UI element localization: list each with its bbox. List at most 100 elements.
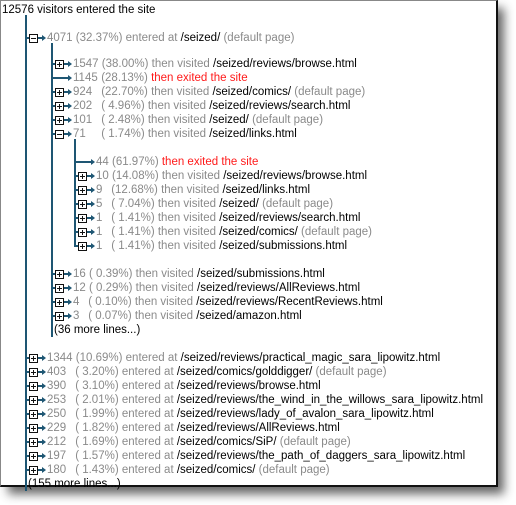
arrow-right-icon bbox=[42, 467, 46, 473]
arrow-right-icon bbox=[42, 355, 46, 361]
tree-row[interactable]: 5 ( 7.04%) then visited /seized/ (defaul… bbox=[96, 197, 333, 211]
tree-row[interactable]: 16 ( 0.39%) then visited /seized/submiss… bbox=[73, 267, 325, 281]
default-page-note: (default page) bbox=[255, 464, 330, 476]
action-label: then visited bbox=[157, 240, 220, 252]
tree-row[interactable]: 212 ( 1.69%) entered at /seized/comics/S… bbox=[47, 435, 351, 449]
arrow-right-icon bbox=[68, 285, 72, 291]
expand-icon[interactable] bbox=[55, 270, 64, 279]
collapse-icon[interactable] bbox=[29, 34, 38, 43]
expand-icon[interactable] bbox=[55, 312, 64, 321]
visit-count: 12 bbox=[73, 282, 86, 294]
default-page-note: (default page) bbox=[312, 366, 387, 378]
default-page-note: (default page) bbox=[291, 86, 366, 98]
tree-row[interactable]: 403 ( 3.20%) entered at /seized/comics/g… bbox=[47, 365, 387, 379]
arrow-right-icon bbox=[68, 131, 72, 137]
tree-row[interactable]: 180 ( 1.43%) entered at /seized/comics/ … bbox=[47, 463, 330, 477]
tree-line-level-1 bbox=[51, 43, 53, 337]
action-label: then visited bbox=[157, 198, 220, 210]
tree-row[interactable]: 197 ( 1.57%) entered at /seized/reviews/… bbox=[47, 449, 465, 463]
expand-icon[interactable] bbox=[29, 466, 38, 475]
tree-row[interactable]: 10 (14.08%) then visited /seized/reviews… bbox=[96, 169, 367, 183]
expand-icon[interactable] bbox=[29, 424, 38, 433]
tree-row[interactable]: 101 ( 2.48%) then visited /seized/ (defa… bbox=[73, 113, 323, 127]
visitor-path-tree: 12576 visitors entered the site 4071 (32… bbox=[1, 1, 496, 491]
arrow-right-icon bbox=[42, 453, 46, 459]
tree-row[interactable]: 1344 (10.69%) entered at /seized/reviews… bbox=[47, 351, 440, 365]
tree-row[interactable]: 3 ( 0.07%) then visited /seized/amazon.h… bbox=[73, 309, 302, 323]
arrow-right-icon bbox=[42, 411, 46, 417]
tree-row[interactable]: 9 (12.68%) then visited /seized/links.ht… bbox=[96, 183, 310, 197]
arrow-right-icon bbox=[42, 383, 46, 389]
expand-icon[interactable] bbox=[78, 214, 87, 223]
tree-row[interactable]: 4071 (32.37%) entered at /seized/ (defau… bbox=[47, 31, 294, 45]
expand-icon[interactable] bbox=[78, 200, 87, 209]
expand-icon[interactable] bbox=[29, 354, 38, 363]
visit-percent: ( 1.74%) bbox=[98, 128, 148, 140]
arrow-right-icon bbox=[42, 425, 46, 431]
page-path: /seized/reviews/search.html bbox=[209, 100, 351, 112]
visit-count: 197 bbox=[47, 450, 67, 462]
tree-row[interactable]: 229 ( 1.82%) entered at /seized/reviews/… bbox=[47, 421, 340, 435]
tree-row[interactable]: 253 ( 2.01%) entered at /seized/reviews/… bbox=[47, 393, 483, 407]
page-path: /seized/comics/ bbox=[176, 464, 256, 476]
tree-row[interactable]: 1 ( 1.41%) then visited /seized/comics/ … bbox=[96, 225, 372, 239]
page-path: /seized/comics/golddigger/ bbox=[176, 366, 313, 378]
visitor-path-tree-panel: 12576 visitors entered the site 4071 (32… bbox=[0, 0, 498, 491]
expand-icon[interactable] bbox=[29, 368, 38, 377]
expand-icon[interactable] bbox=[29, 382, 38, 391]
expand-icon[interactable] bbox=[55, 298, 64, 307]
tree-row[interactable]: 390 ( 3.10%) entered at /seized/reviews/… bbox=[47, 379, 321, 393]
more-lines-link[interactable]: (155 more lines...) bbox=[28, 477, 121, 491]
visit-percent: ( 0.39%) bbox=[85, 268, 136, 280]
visit-count: 1 bbox=[96, 226, 103, 238]
tree-row[interactable]: 250 ( 1.99%) entered at /seized/reviews/… bbox=[47, 407, 434, 421]
tree-row[interactable]: 202 ( 4.96%) then visited /seized/review… bbox=[73, 99, 350, 113]
expand-icon[interactable] bbox=[29, 438, 38, 447]
expand-icon[interactable] bbox=[29, 452, 38, 461]
tree-row[interactable]: 1 ( 1.41%) then visited /seized/reviews/… bbox=[96, 211, 360, 225]
visit-count: 1145 bbox=[73, 72, 98, 84]
visit-percent: (32.37%) bbox=[72, 32, 126, 44]
visit-percent: ( 1.69%) bbox=[72, 436, 122, 448]
tree-row[interactable]: 1 ( 1.41%) then visited /seized/submissi… bbox=[96, 239, 347, 253]
visit-count: 9 bbox=[96, 184, 103, 196]
tree-row[interactable]: 44 (61.97%) then exited the site bbox=[96, 155, 258, 169]
visit-count: 5 bbox=[96, 198, 103, 210]
visit-percent: ( 3.10%) bbox=[72, 380, 122, 392]
expand-icon[interactable] bbox=[78, 172, 87, 181]
expand-icon[interactable] bbox=[55, 116, 64, 125]
action-label: entered at bbox=[125, 352, 181, 364]
visit-percent: ( 1.41%) bbox=[108, 212, 158, 224]
expand-icon[interactable] bbox=[55, 102, 64, 111]
action-label: then visited bbox=[135, 282, 198, 294]
tree-row[interactable]: 1145 (28.13%) then exited the site bbox=[73, 71, 248, 85]
arrow-right-icon bbox=[68, 75, 72, 81]
expand-icon[interactable] bbox=[78, 228, 87, 237]
tree-row[interactable]: 1547 (38.00%) then visited /seized/revie… bbox=[73, 57, 357, 71]
visit-percent: ( 7.04%) bbox=[108, 198, 158, 210]
expand-icon[interactable] bbox=[55, 284, 64, 293]
page-path: /seized/submissions.html bbox=[219, 240, 348, 252]
visit-percent: (12.68%) bbox=[108, 184, 162, 196]
page-path: /seized/reviews/browse.html bbox=[223, 170, 368, 182]
tree-row[interactable]: 924 (22.70%) then visited /seized/comics… bbox=[73, 85, 365, 99]
tree-row[interactable]: 4 ( 0.10%) then visited /seized/reviews/… bbox=[73, 295, 383, 309]
expand-icon[interactable] bbox=[29, 410, 38, 419]
tree-row[interactable]: 71 ( 1.74%) then visited /seized/links.h… bbox=[73, 127, 297, 141]
visit-count: 212 bbox=[47, 436, 67, 448]
expand-icon[interactable] bbox=[55, 60, 64, 69]
expand-icon[interactable] bbox=[29, 396, 38, 405]
action-label: then visited bbox=[134, 310, 197, 322]
expand-icon[interactable] bbox=[78, 242, 87, 251]
collapse-icon[interactable] bbox=[55, 130, 64, 139]
visit-count: 1547 bbox=[73, 58, 99, 70]
more-lines-link[interactable]: (36 more lines...) bbox=[54, 323, 140, 337]
action-label: entered at bbox=[121, 366, 177, 378]
tree-row[interactable]: 12 ( 0.29%) then visited /seized/reviews… bbox=[73, 281, 360, 295]
visit-count: 253 bbox=[47, 394, 67, 406]
expand-icon[interactable] bbox=[55, 88, 64, 97]
default-page-note: (default page) bbox=[258, 198, 334, 210]
page-path: /seized/reviews/lady_of_avalon_sara_lipo… bbox=[176, 408, 434, 420]
arrow-right-icon bbox=[91, 243, 95, 249]
expand-icon[interactable] bbox=[78, 186, 87, 195]
